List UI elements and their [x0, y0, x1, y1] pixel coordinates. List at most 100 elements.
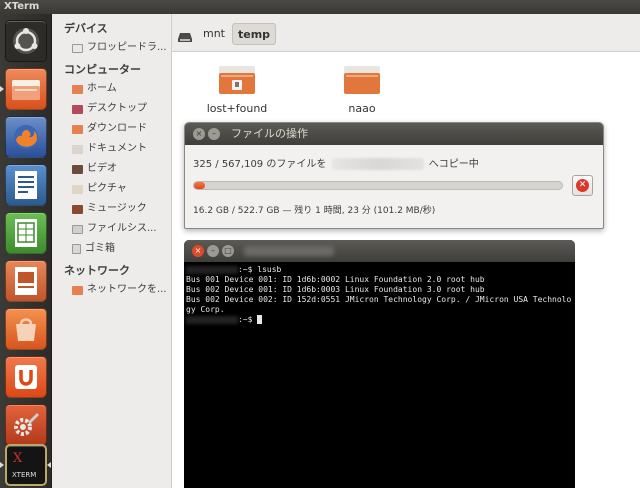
sidebar-item-label: ファイルシス... [87, 223, 157, 234]
music-folder-icon [72, 204, 83, 214]
network-icon [72, 285, 83, 295]
sidebar-item-downloads[interactable]: ダウンロード [52, 119, 171, 139]
pictures-folder-icon [72, 184, 83, 194]
svg-text:XTERM: XTERM [12, 471, 36, 479]
dialog-minimize-button[interactable]: – [208, 128, 220, 140]
impress-icon [14, 266, 38, 296]
trash-icon [72, 244, 81, 254]
sidebar-item-label: フロッピードラ... [87, 42, 167, 53]
file-operations-dialog: × – ファイルの操作 325 / 567,109 のファイルを へコピー中 ✕… [184, 122, 604, 229]
xterm-maximize-button[interactable]: □ [222, 245, 234, 257]
floppy-drive-icon [72, 43, 83, 53]
crumb-mnt[interactable]: mnt [198, 23, 230, 45]
places-sidebar: デバイス フロッピードラ... コンピューター ホーム デスクトップ ダウンロー… [52, 14, 172, 488]
sidebar-item-videos[interactable]: ビデオ [52, 159, 171, 179]
crumb-temp[interactable]: temp [232, 23, 277, 45]
sidebar-item-label: ピクチャ [87, 183, 127, 194]
sidebar-item-filesystem[interactable]: ファイルシス... [52, 219, 171, 239]
running-indicator [0, 462, 4, 468]
folder-lost-found[interactable]: lost+found [204, 64, 270, 115]
dash-home-button[interactable] [5, 20, 47, 62]
redacted-destination [331, 158, 424, 170]
sidebar-item-label: ダウンロード [87, 123, 147, 134]
copy-progress-bar [193, 181, 563, 190]
terminal-output[interactable]: :~$ lsusb Bus 001 Device 001: ID 1d6b:000… [184, 262, 575, 325]
redacted-user [186, 265, 238, 274]
drive-icon[interactable] [178, 28, 192, 47]
launcher: X XTERM [0, 14, 52, 488]
sidebar-item-pictures[interactable]: ピクチャ [52, 179, 171, 199]
transfer-status: 16.2 GB / 522.7 GB — 残り 1 時間, 23 分 (101.… [193, 206, 436, 216]
devices-heading: デバイス [64, 22, 108, 35]
home-folder-icon [72, 84, 83, 94]
dialog-close-button[interactable]: × [193, 128, 205, 140]
cancel-copy-button[interactable]: ✕ [572, 175, 593, 196]
focused-indicator [47, 462, 51, 468]
firefox-launcher-button[interactable] [5, 116, 47, 158]
folder-label: naao [348, 102, 376, 115]
xterm-window[interactable]: × – □ :~$ lsusb Bus 001 Device 001: ID 1d… [184, 240, 575, 488]
cancel-icon: ✕ [576, 179, 589, 192]
xterm-title-bar: × – □ [184, 240, 575, 262]
network-heading: ネットワーク [64, 264, 130, 277]
redacted-user [186, 315, 238, 324]
software-center-launcher-button[interactable] [5, 308, 47, 350]
calc-icon [14, 218, 38, 248]
copy-suffix-text: へコピー中 [428, 159, 479, 170]
xterm-launcher-button[interactable]: X XTERM [5, 444, 47, 486]
files-launcher-button[interactable] [5, 68, 47, 110]
progress-fill [194, 182, 206, 189]
path-bar: mnt temp [172, 14, 640, 52]
folder-icon [342, 66, 382, 99]
ubuntu-one-launcher-button[interactable] [5, 356, 47, 398]
firefox-icon [11, 122, 41, 152]
prompt-line: :~$ lsusb [186, 265, 575, 275]
svg-text:X: X [13, 451, 23, 466]
sidebar-item-label: ミュージック [87, 203, 147, 214]
writer-launcher-button[interactable] [5, 164, 47, 206]
sidebar-item-label: ドキュメント [87, 143, 147, 154]
sidebar-item-label: ゴミ箱 [85, 243, 115, 254]
locked-folder-icon [217, 66, 257, 99]
system-settings-launcher-button[interactable] [5, 404, 47, 446]
output-line: gy Corp. [186, 305, 225, 314]
output-line: Bus 002 Device 002: ID 152d:0551 JMicron… [186, 295, 572, 304]
downloads-folder-icon [72, 124, 83, 134]
sidebar-item-trash[interactable]: ゴミ箱 [52, 239, 171, 259]
filesystem-drive-icon [72, 224, 83, 234]
command-text: lsusb [257, 265, 282, 274]
sidebar-item-label: ビデオ [87, 163, 117, 174]
sidebar-item-floppy[interactable]: フロッピードラ... [52, 38, 171, 58]
impress-launcher-button[interactable] [5, 260, 47, 302]
software-center-icon [11, 315, 41, 343]
documents-folder-icon [72, 144, 83, 154]
writer-icon [14, 170, 38, 200]
sidebar-item-music[interactable]: ミュージック [52, 199, 171, 219]
sidebar-item-home[interactable]: ホーム [52, 79, 171, 99]
dialog-title: ファイルの操作 [231, 127, 308, 140]
folder-label: lost+found [206, 102, 268, 115]
xterm-close-button[interactable]: × [192, 245, 204, 257]
xterm-icon: X XTERM [9, 448, 43, 482]
dash-home-icon [11, 26, 41, 56]
computer-heading: コンピューター [64, 63, 141, 76]
output-line: Bus 002 Device 001: ID 1d6b:0003 Linux F… [186, 285, 485, 294]
xterm-minimize-button[interactable]: – [207, 245, 219, 257]
sidebar-item-label: ホーム [87, 83, 117, 94]
prompt-line: :~$ [186, 315, 575, 325]
window-title-bar: XTerm [0, 0, 640, 14]
folder-naao[interactable]: naao [334, 64, 390, 115]
videos-folder-icon [72, 164, 83, 174]
folder-icon [11, 77, 41, 101]
sidebar-item-desktop[interactable]: デスクトップ [52, 99, 171, 119]
redacted-title [244, 246, 334, 256]
calc-launcher-button[interactable] [5, 212, 47, 254]
copy-status-line: 325 / 567,109 のファイルを へコピー中 [193, 155, 603, 170]
ubuntu-one-icon [13, 363, 39, 391]
desktop-folder-icon [72, 104, 83, 114]
settings-gear-icon [11, 410, 41, 440]
sidebar-item-network[interactable]: ネットワークを... [52, 280, 171, 300]
sidebar-item-documents[interactable]: ドキュメント [52, 139, 171, 159]
sidebar-item-label: ネットワークを... [87, 284, 167, 295]
terminal-cursor [257, 315, 263, 324]
